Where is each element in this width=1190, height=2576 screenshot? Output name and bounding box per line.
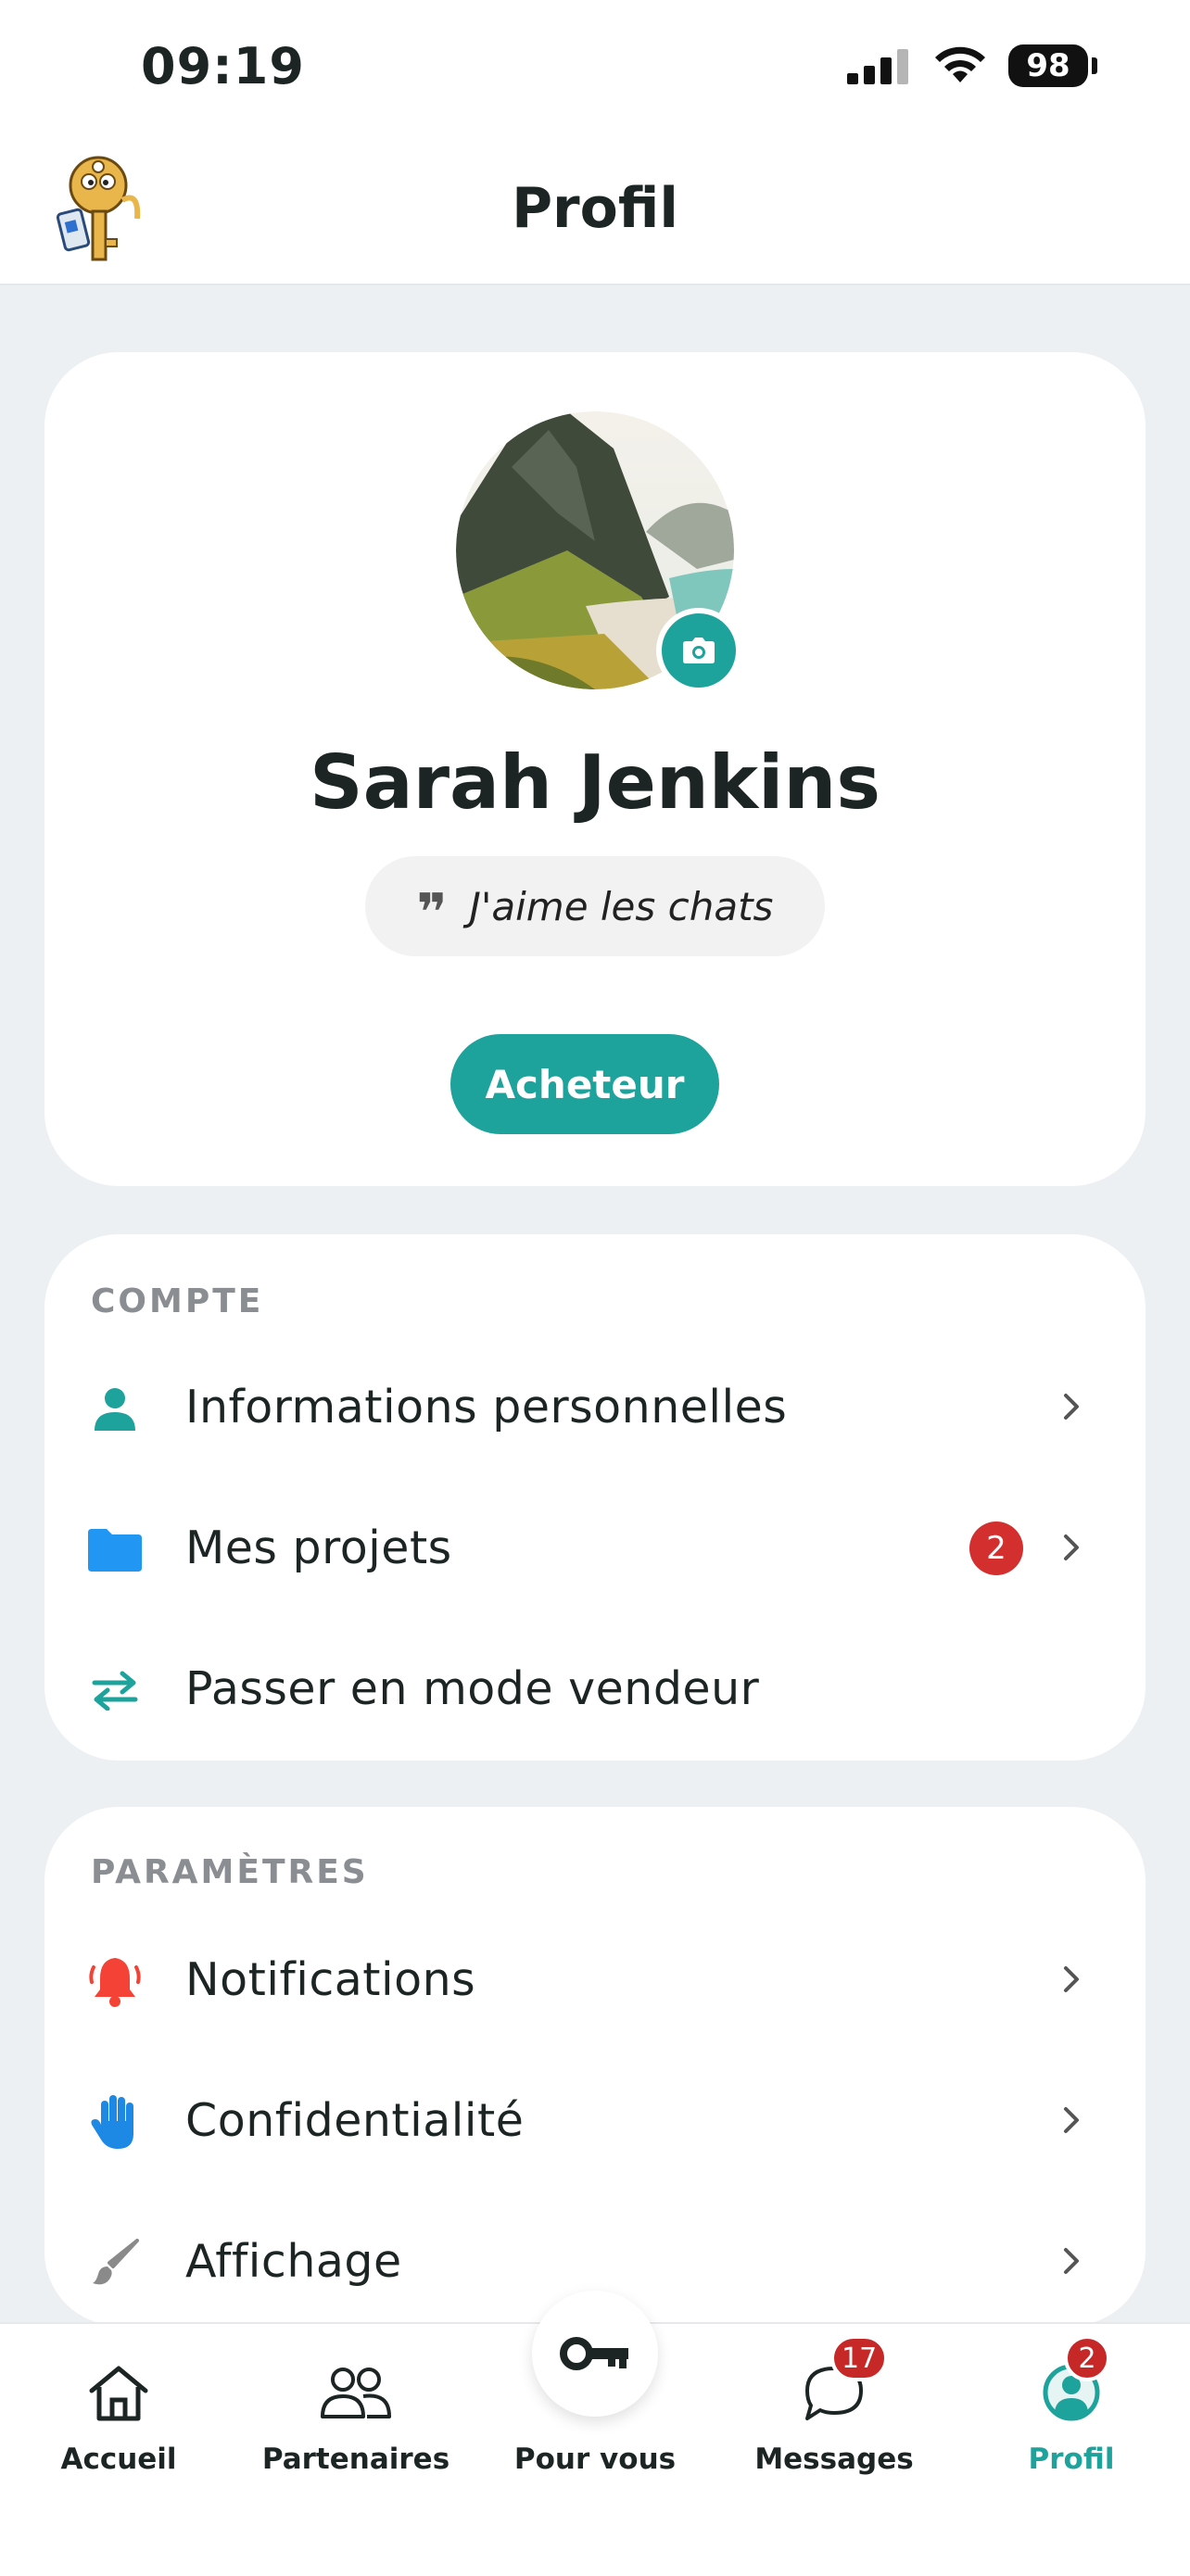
home-icon [72,2346,165,2439]
nav-item-profile[interactable]: 2 Profil [953,2324,1190,2509]
status-time: 09:19 [141,37,305,95]
battery-indicator: 98 [1008,44,1088,87]
menu-item-notifications[interactable]: Notifications [44,1911,1146,2050]
menu-item-label: Informations personnelles [185,1381,788,1433]
nav-item-partners[interactable]: Partenaires [237,2324,475,2509]
hand-icon [87,2094,143,2150]
status-bar: 09:19 98 [0,0,1190,139]
bell-icon [87,1953,143,2009]
people-icon [310,2346,402,2439]
profile-card: Sarah Jenkins ❞ J'aime les chats Acheteu… [44,352,1146,1186]
nav-label: Profil [1028,2443,1115,2476]
bio-quote[interactable]: ❞ J'aime les chats [365,856,825,956]
swap-icon [87,1662,143,1718]
section-title-settings: PARAMÈTRES [91,1853,369,1891]
battery-cap [1092,57,1097,74]
brush-icon [87,2235,143,2291]
menu-item-label: Mes projets [185,1522,452,1574]
nav-item-for-you[interactable]: Pour vous [476,2324,714,2509]
menu-item-label: Affichage [185,2235,402,2288]
menu-item-personal-info[interactable]: Informations personnelles [44,1338,1146,1477]
messages-badge: 17 [830,2335,889,2381]
page-title: Profil [512,176,678,241]
menu-item-label: Notifications [185,1953,476,2006]
menu-item-switch-seller[interactable]: Passer en mode vendeur [44,1620,1146,1759]
nav-item-home[interactable]: Accueil [0,2324,237,2509]
menu-item-my-projects[interactable]: Mes projets 2 [44,1479,1146,1618]
chevron-right-icon [1064,1394,1079,1420]
settings-section: PARAMÈTRES Notifications Confidentialité [44,1807,1146,2326]
quote-icon: ❞ [416,883,448,943]
nav-label: Partenaires [261,2443,450,2476]
section-title-account: COMPTE [91,1282,264,1320]
chevron-right-icon [1064,1966,1079,1992]
menu-item-label: Confidentialité [185,2094,525,2147]
status-icons: 98 [847,44,1097,87]
count-badge: 2 [969,1522,1023,1575]
bottom-navigation: Accueil Partenaires Pour vous 17 Message… [0,2291,1190,2576]
nav-label: Pour vous [513,2443,677,2476]
folder-icon [87,1522,143,1577]
person-icon [87,1381,143,1436]
bio-text: J'aime les chats [469,883,774,929]
wifi-icon [935,46,985,82]
menu-item-privacy[interactable]: Confidentialité [44,2052,1146,2191]
change-photo-button[interactable] [656,608,741,693]
nav-label: Messages [754,2443,914,2476]
app-header: Profil [0,139,1190,285]
account-section: COMPTE Informations personnelles Mes pro… [44,1234,1146,1761]
chevron-right-icon [1064,2248,1079,2274]
signal-icon [847,49,908,84]
chevron-right-icon [1064,1534,1079,1560]
profile-badge: 2 [1064,2335,1110,2381]
chevron-right-icon [1064,2107,1079,2133]
nav-item-messages[interactable]: 17 Messages [715,2324,953,2509]
camera-icon [683,638,715,663]
role-badge[interactable]: Acheteur [450,1034,719,1134]
profile-name: Sarah Jenkins [309,739,880,826]
menu-item-label: Passer en mode vendeur [185,1662,760,1715]
nav-label: Accueil [60,2443,177,2476]
